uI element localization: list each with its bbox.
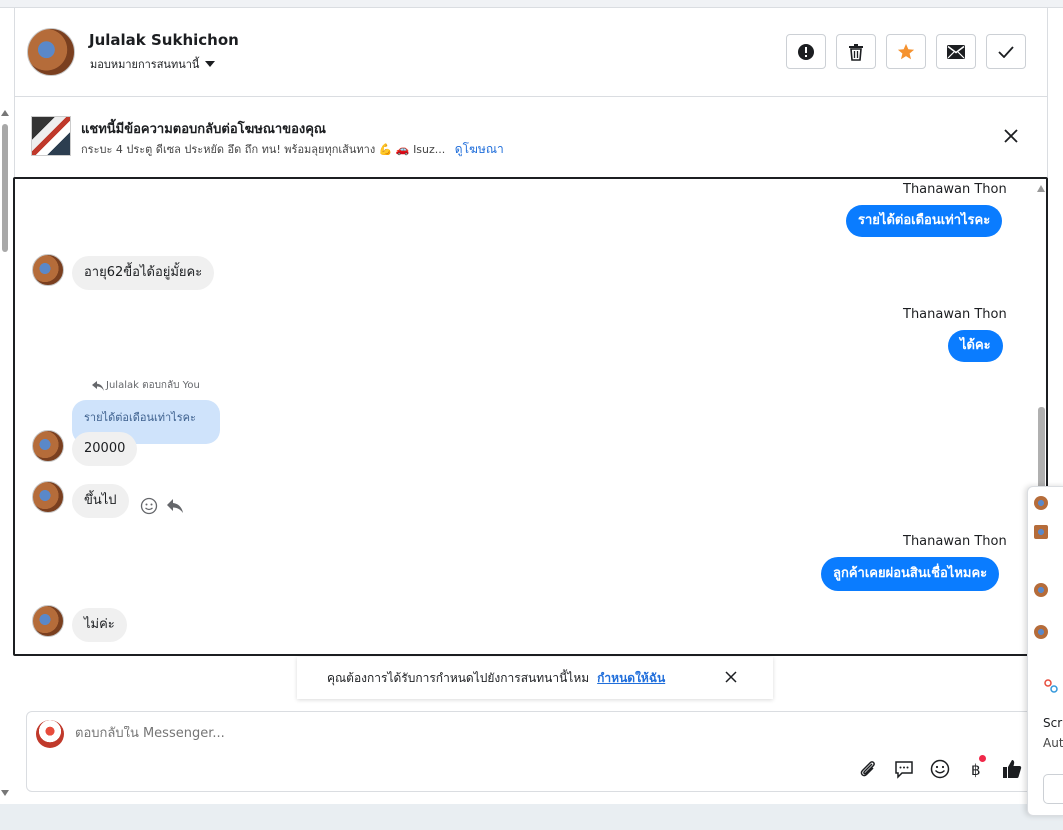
outgoing-message[interactable]: ลูกค้าเคยผ่อนสินเชื่อไหมคะ — [821, 557, 1000, 591]
page-scrollbar[interactable] — [0, 110, 10, 800]
reply-label: Julalak ตอบกลับ You — [92, 378, 200, 393]
mini-avatar — [1034, 583, 1048, 597]
thumbs-up-icon[interactable] — [1001, 758, 1023, 780]
incoming-message[interactable]: 20000 — [72, 432, 138, 466]
app-root: Julalak Sukhichon มอบหมายการสนทนานี้ แชท… — [0, 0, 1063, 830]
star-button[interactable] — [886, 34, 926, 69]
page-avatar — [36, 720, 64, 748]
close-icon[interactable] — [724, 670, 738, 684]
ad-description: กระบะ 4 ประตู ดีเซล ประหยัด อึด ถึก ทน! … — [81, 143, 446, 156]
chevron-down-icon — [205, 61, 216, 67]
ad-notice-title: แชทนี้มีข้อความตอบกลับต่อโฆษณาของคุณ — [81, 122, 326, 137]
contact-name[interactable]: Julalak Sukhichon — [89, 31, 239, 49]
notification-dot — [979, 755, 986, 762]
message-composer: ฿ — [26, 711, 1036, 792]
mark-unread-button[interactable] — [936, 34, 976, 69]
emoji-react-icon[interactable] — [140, 497, 158, 515]
emoji-icon[interactable] — [929, 758, 951, 780]
reply-arrow-icon — [92, 380, 104, 391]
composer-tools: ฿ — [857, 755, 1023, 780]
outgoing-message[interactable]: ได้คะ — [948, 330, 1003, 362]
message-actions — [140, 497, 184, 515]
app-logo-icon — [1044, 679, 1058, 693]
sender-name: Thanawan Thon — [903, 534, 1007, 549]
check-icon — [998, 45, 1014, 58]
contact-avatar-small[interactable] — [32, 254, 64, 286]
view-ad-link[interactable]: ดูโฆษณา — [455, 142, 504, 156]
mini-avatar — [1034, 496, 1048, 510]
popup-line-1: Scr — [1043, 716, 1063, 730]
mini-avatar — [1034, 625, 1048, 639]
contact-avatar-small[interactable] — [32, 430, 64, 462]
saved-reply-icon[interactable] — [893, 758, 915, 780]
reply-label-text: Julalak ตอบกลับ You — [106, 380, 200, 391]
star-icon — [897, 43, 915, 59]
popup-line-2: Aut — [1043, 736, 1063, 750]
scroll-down-arrow-icon[interactable] — [1, 790, 9, 796]
assign-label: มอบหมายการสนทนานี้ — [90, 58, 200, 71]
outgoing-message[interactable]: รายได้ต่อเดือนเท่าไรคะ — [846, 205, 1003, 237]
scroll-up-arrow-icon[interactable] — [1, 110, 9, 116]
sender-name: Thanawan Thon — [903, 307, 1007, 322]
svg-text:฿: ฿ — [971, 761, 981, 779]
delete-button[interactable] — [836, 34, 876, 69]
scroll-up-arrow-icon[interactable] — [1037, 185, 1045, 192]
envelope-icon — [947, 44, 965, 59]
sender-name: Thanawan Thon — [903, 182, 1007, 197]
ad-notice-subtitle: กระบะ 4 ประตู ดีเซล ประหยัด อึด ถึก ทน! … — [81, 140, 504, 159]
reply-icon[interactable] — [166, 498, 184, 514]
incoming-message[interactable]: ขึ้นไป — [72, 484, 129, 518]
ad-reply-notice: แชทนี้มีข้อความตอบกลับต่อโฆษณาของคุณ กระ… — [14, 97, 1048, 177]
mini-ad-thumb — [1034, 525, 1048, 539]
message-thread[interactable]: Thanawan Thon รายได้ต่อเดือนเท่าไรคะ อาย… — [13, 177, 1048, 656]
top-strip — [0, 0, 1063, 8]
incoming-message[interactable]: อายุ62ขื้อได้อยู่มั้ยคะ — [72, 256, 215, 290]
close-icon[interactable] — [1002, 127, 1020, 145]
scrollbar-thumb[interactable] — [2, 124, 8, 252]
preview-popup[interactable]: Scr Aut — [1027, 486, 1063, 816]
assign-to-me-link[interactable]: กำหนดให้ฉัน — [597, 669, 665, 688]
incoming-message[interactable]: ไม่ค่ะ — [72, 608, 127, 642]
exclamation-icon — [798, 43, 814, 60]
assign-prompt: คุณต้องการได้รับการกำหนดไปยังการสนทนานี้… — [297, 657, 773, 699]
message-input[interactable] — [75, 726, 775, 741]
ad-thumbnail[interactable] — [31, 116, 71, 156]
done-button[interactable] — [986, 34, 1026, 69]
trash-icon — [849, 43, 863, 61]
contact-avatar-small[interactable] — [32, 481, 64, 513]
paperclip-icon[interactable] — [857, 758, 879, 780]
conversation-header: Julalak Sukhichon มอบหมายการสนทนานี้ — [14, 8, 1048, 97]
bottom-strip — [0, 804, 1063, 830]
contact-avatar-small[interactable] — [32, 605, 64, 637]
assign-prompt-text: คุณต้องการได้รับการกำหนดไปยังการสนทนานี้… — [327, 670, 590, 685]
popup-button[interactable] — [1043, 774, 1063, 804]
header-actions — [786, 34, 1026, 69]
assign-dropdown[interactable]: มอบหมายการสนทนานี้ — [90, 55, 216, 73]
spam-button[interactable] — [786, 34, 826, 69]
payment-button[interactable]: ฿ — [965, 755, 987, 780]
contact-avatar[interactable] — [27, 28, 75, 76]
